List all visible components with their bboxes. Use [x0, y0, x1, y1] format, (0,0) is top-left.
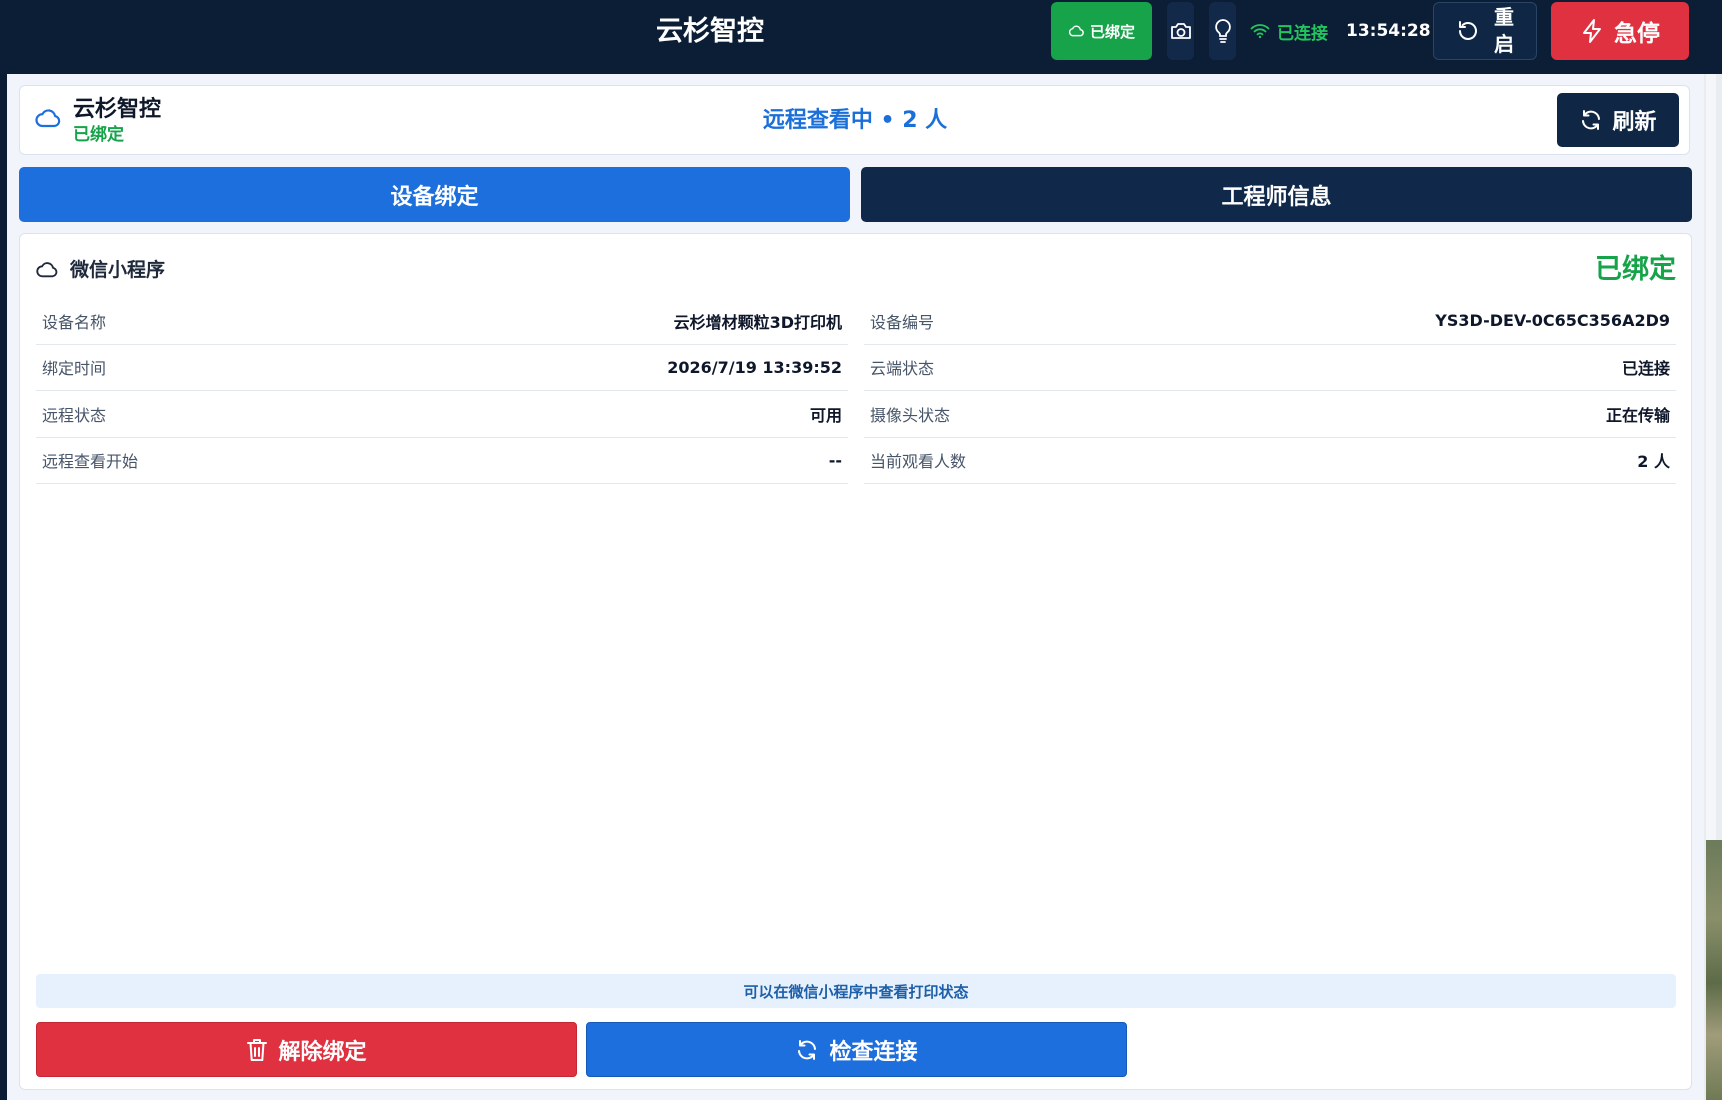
- background-image: [1706, 840, 1722, 1100]
- info-value: 云杉增材颗粒3D打印机: [673, 312, 842, 332]
- device-bind-status: 已绑定: [73, 125, 124, 145]
- info-row: 远程查看开始 --: [36, 438, 848, 484]
- cloud-icon: [36, 261, 58, 278]
- info-label: 云端状态: [870, 359, 935, 379]
- info-label: 绑定时间: [42, 359, 107, 379]
- tab-engineer-info[interactable]: 工程师信息: [861, 167, 1692, 222]
- remote-viewing-status: 远程查看中 • 2 人: [762, 108, 948, 133]
- cloud-icon: [1068, 25, 1084, 37]
- clock: 13:54:28: [1346, 21, 1431, 41]
- emergency-stop-label: 急停: [1614, 21, 1660, 47]
- info-label: 设备名称: [42, 312, 107, 332]
- info-row: 摄像头状态 正在传输: [864, 391, 1676, 438]
- info-row: 云端状态 已连接: [864, 345, 1676, 391]
- refresh-icon: [1579, 108, 1603, 132]
- info-row: 当前观看人数 2 人: [864, 438, 1676, 484]
- app-title: 云杉智控: [656, 16, 764, 47]
- binding-card: 微信小程序 已绑定 设备名称 云杉增材颗粒3D打印机 绑定时间 2026/7/1…: [19, 233, 1692, 1090]
- info-value: 2026/7/19 13:39:52: [667, 357, 842, 377]
- device-header-card: 云杉智控 已绑定 远程查看中 • 2 人 刷新: [19, 85, 1690, 155]
- scrollbar-thumb[interactable]: [1706, 74, 1716, 844]
- trash-icon: [246, 1037, 268, 1063]
- check-connection-button[interactable]: 检查连接: [586, 1022, 1127, 1077]
- refresh-label: 刷新: [1612, 110, 1657, 135]
- info-label: 摄像头状态: [870, 405, 951, 425]
- light-button[interactable]: [1209, 2, 1236, 60]
- card-status-badge: 已绑定: [1595, 254, 1676, 285]
- restart-icon: [1456, 19, 1480, 43]
- info-row: 设备编号 YS3D-DEV-0C65C356A2D9: [864, 298, 1676, 345]
- info-label: 远程查看开始: [42, 452, 139, 472]
- refresh-button[interactable]: 刷新: [1557, 93, 1679, 147]
- info-value: 已连接: [1621, 359, 1670, 379]
- info-list-right: 设备编号 YS3D-DEV-0C65C356A2D9 云端状态 已连接 摄像头状…: [864, 298, 1676, 484]
- info-value: 正在传输: [1605, 405, 1670, 425]
- top-bar: 云杉智控 已绑定 已连接 13:54:28 重 启 急停: [0, 0, 1722, 74]
- info-row: 设备名称 云杉增材颗粒3D打印机: [36, 298, 848, 345]
- lightning-icon: [1580, 18, 1604, 44]
- info-row: 远程状态 可用: [36, 391, 848, 438]
- emergency-stop-button[interactable]: 急停: [1551, 2, 1689, 60]
- hint-banner: 可以在微信小程序中查看打印状态: [36, 974, 1676, 1008]
- check-connection-label: 检查连接: [829, 1039, 918, 1065]
- info-value: --: [828, 450, 842, 470]
- cloud-icon: [35, 108, 61, 128]
- device-name: 云杉智控: [73, 97, 162, 122]
- restart-label: 重 启: [1494, 5, 1514, 56]
- info-label: 远程状态: [42, 405, 107, 425]
- unbind-button[interactable]: 解除绑定: [36, 1022, 577, 1077]
- info-value: YS3D-DEV-0C65C356A2D9: [1435, 311, 1670, 331]
- wifi-icon: [1250, 23, 1270, 39]
- tab-device-binding[interactable]: 设备绑定: [19, 167, 850, 222]
- unbind-label: 解除绑定: [278, 1039, 367, 1065]
- info-value: 可用: [809, 405, 842, 425]
- info-label: 当前观看人数: [870, 452, 967, 472]
- info-value: 2 人: [1637, 452, 1670, 472]
- card-title: 微信小程序: [70, 259, 166, 281]
- lightbulb-icon: [1213, 18, 1233, 44]
- refresh-icon: [795, 1038, 819, 1062]
- bound-status-label: 已绑定: [1089, 22, 1135, 41]
- info-row: 绑定时间 2026/7/19 13:39:52: [36, 345, 848, 391]
- connection-status: 已连接: [1250, 20, 1328, 44]
- camera-icon: [1169, 21, 1193, 41]
- connection-label: 已连接: [1277, 23, 1328, 44]
- info-label: 设备编号: [870, 312, 935, 332]
- info-list-left: 设备名称 云杉增材颗粒3D打印机 绑定时间 2026/7/19 13:39:52…: [36, 298, 848, 484]
- bound-status-button[interactable]: 已绑定: [1051, 2, 1152, 60]
- camera-button[interactable]: [1167, 2, 1194, 60]
- restart-button[interactable]: 重 启: [1433, 2, 1537, 60]
